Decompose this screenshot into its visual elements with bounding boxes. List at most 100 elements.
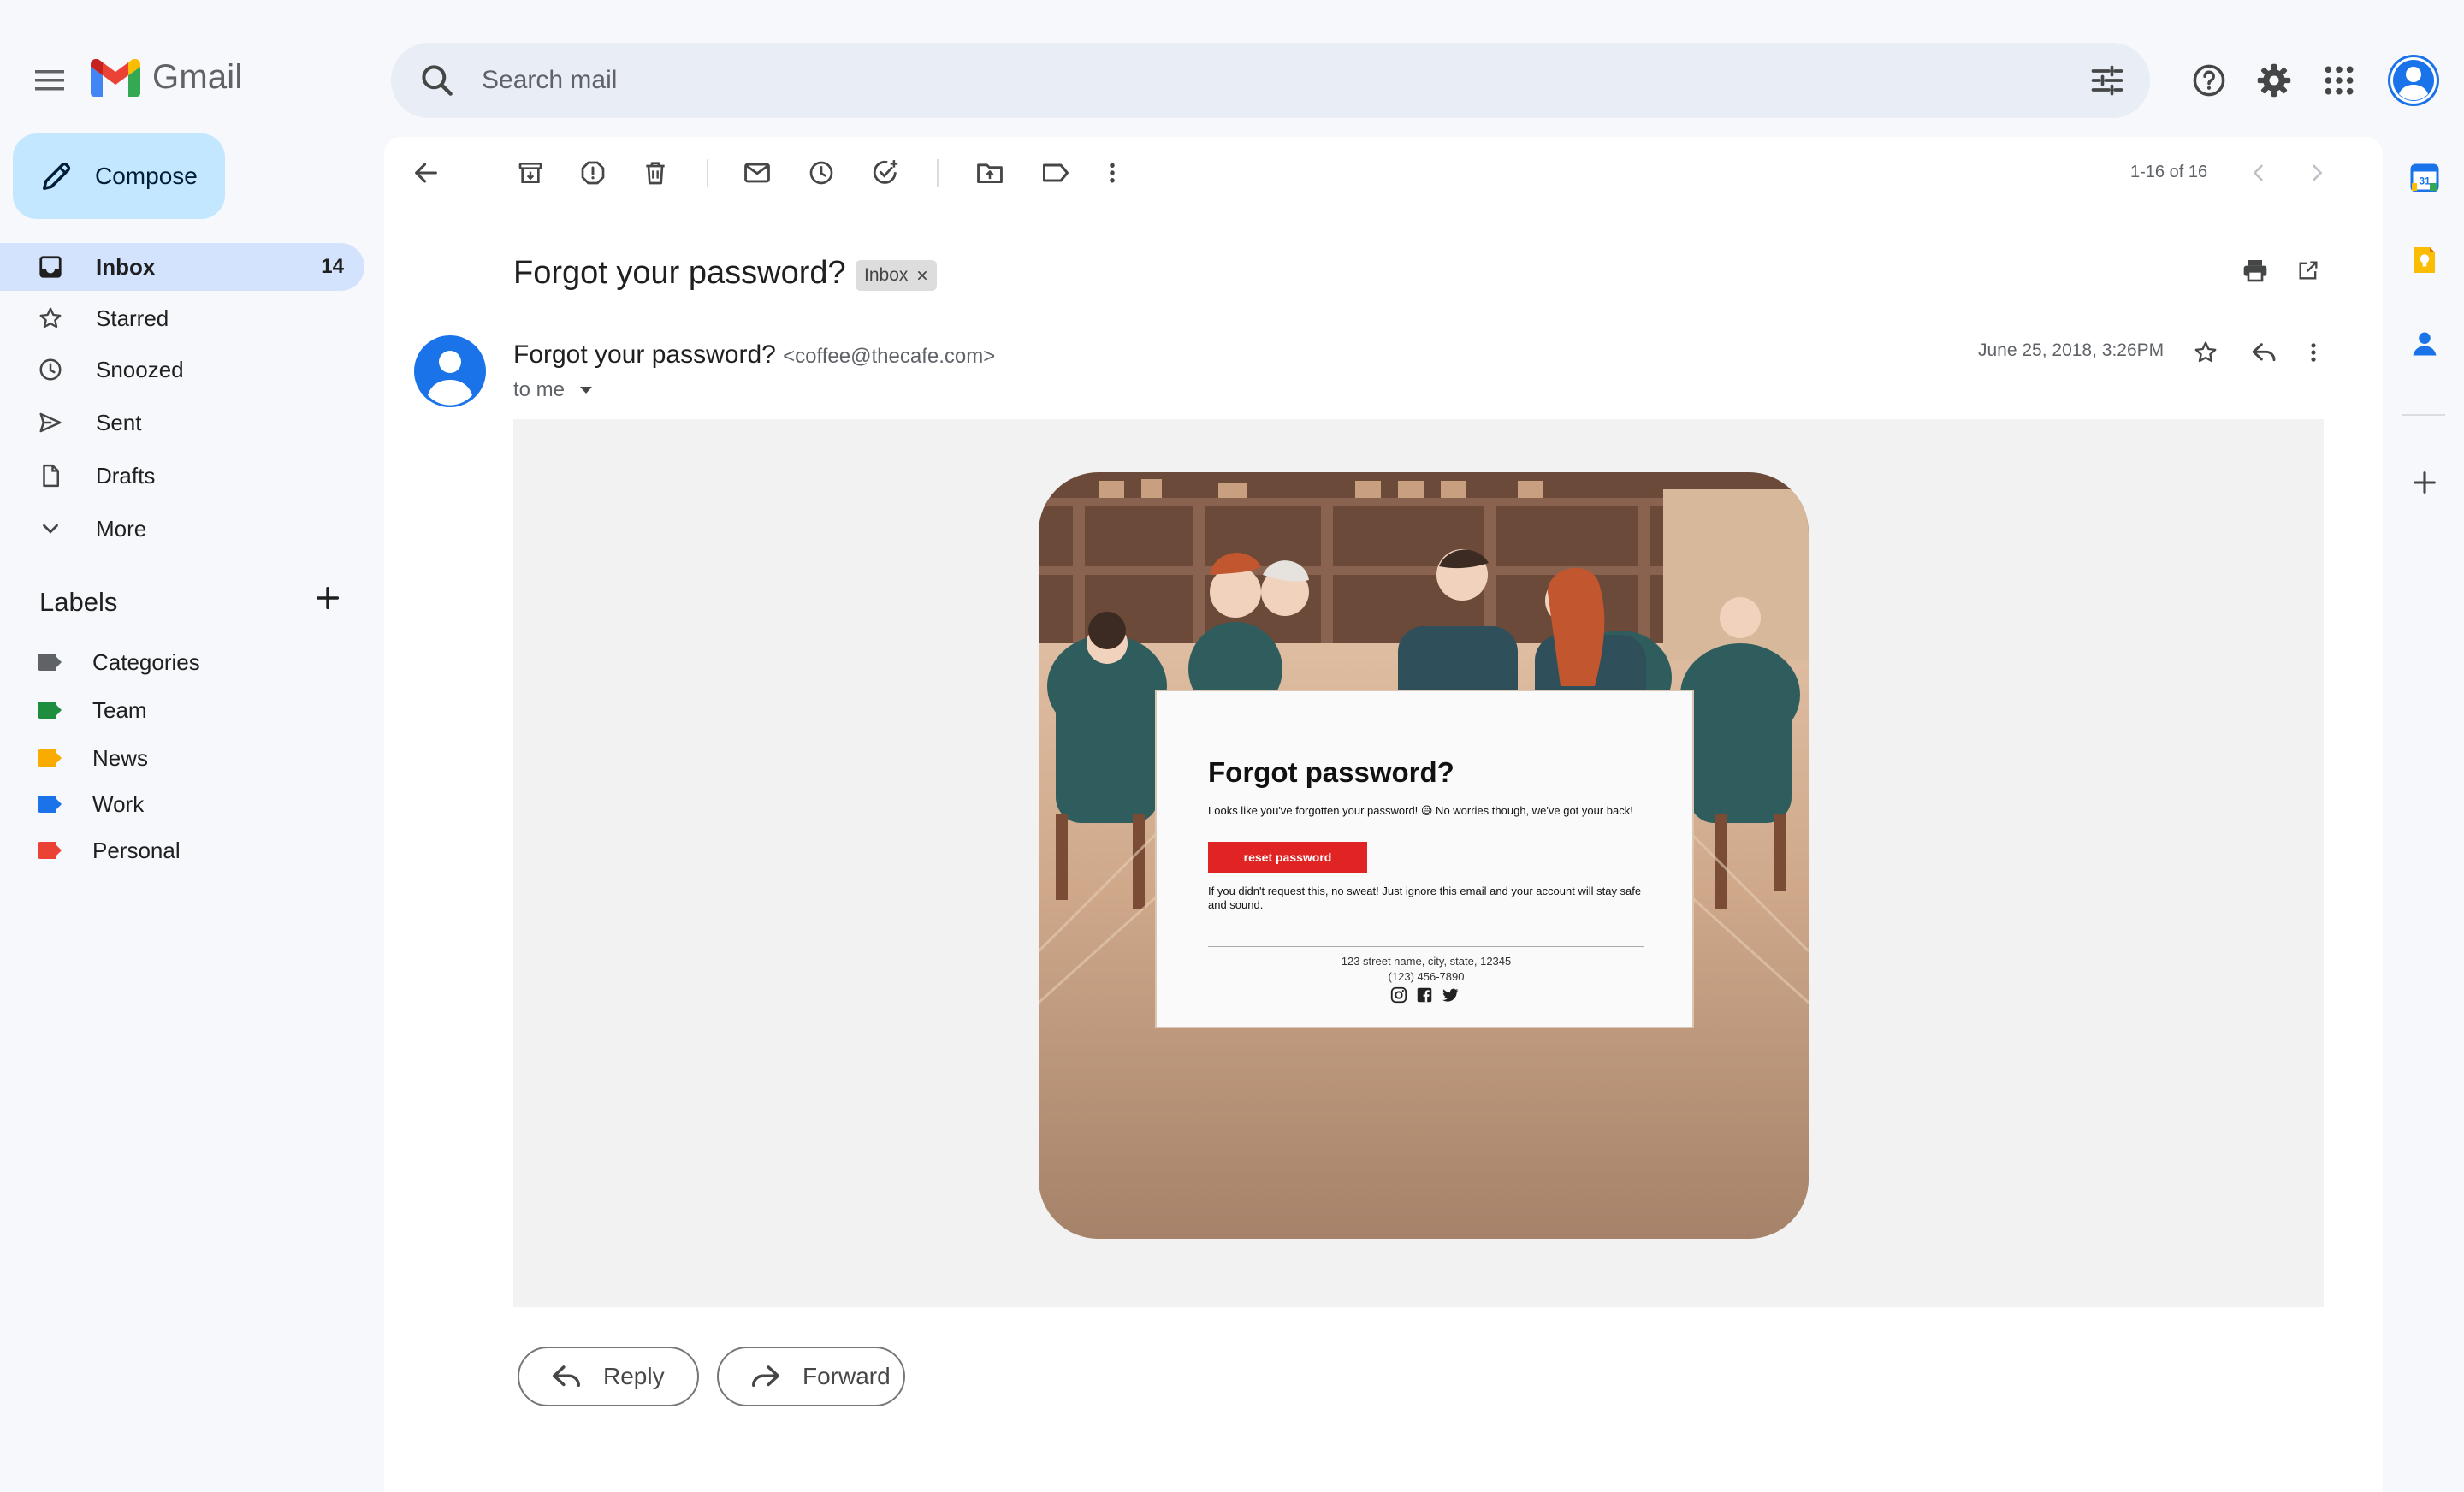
trash-icon bbox=[646, 162, 665, 185]
keep-app-button[interactable] bbox=[2406, 241, 2443, 279]
help-icon bbox=[2193, 64, 2225, 97]
forward-label: Forward bbox=[803, 1363, 891, 1389]
reset-password-card: Forgot password? Looks like you've forgo… bbox=[1155, 690, 1694, 1028]
reply-label: Reply bbox=[603, 1363, 665, 1389]
recipient-details[interactable]: to me bbox=[513, 378, 593, 402]
star-icon bbox=[39, 307, 62, 329]
hamburger-icon bbox=[35, 70, 64, 91]
arrow-back-icon bbox=[415, 163, 437, 183]
settings-button[interactable] bbox=[2250, 56, 2298, 104]
recipient-text: to me bbox=[513, 378, 566, 401]
sidebar-item-sent[interactable]: Sent bbox=[0, 399, 364, 447]
reset-password-button[interactable]: reset password bbox=[1208, 842, 1367, 873]
gear-icon bbox=[2257, 63, 2291, 98]
sidebar-item-snoozed[interactable]: Snoozed bbox=[0, 346, 364, 394]
inbox-label-chip[interactable]: Inbox bbox=[856, 260, 938, 291]
label-name: Personal bbox=[92, 837, 181, 863]
get-addons-button[interactable] bbox=[2406, 464, 2443, 501]
search-input[interactable] bbox=[482, 43, 2022, 118]
add-to-tasks-button[interactable] bbox=[863, 151, 908, 195]
label-tag-icon bbox=[38, 654, 63, 671]
sidebar-item-more[interactable]: More bbox=[0, 505, 364, 553]
unread-count-badge: 14 bbox=[321, 255, 344, 278]
label-work[interactable]: Work bbox=[38, 787, 144, 821]
reset-card-title: Forgot password? bbox=[1208, 756, 1454, 788]
print-all-button[interactable] bbox=[2233, 248, 2277, 293]
label-tag-icon bbox=[38, 749, 63, 767]
contacts-icon bbox=[2413, 332, 2437, 356]
chevron-right-icon bbox=[2313, 164, 2323, 181]
snooze-button[interactable] bbox=[799, 151, 844, 195]
main-menu-button[interactable] bbox=[26, 56, 74, 104]
labels-button[interactable] bbox=[1034, 151, 1078, 195]
twitter-icon[interactable] bbox=[1441, 986, 1460, 1004]
search-options-icon[interactable] bbox=[2088, 62, 2126, 99]
svg-text:31: 31 bbox=[2419, 175, 2431, 187]
print-icon bbox=[2243, 260, 2267, 282]
search-icon[interactable] bbox=[418, 62, 456, 99]
label-team[interactable]: Team bbox=[38, 693, 147, 727]
add-task-icon bbox=[873, 160, 898, 184]
star-button[interactable] bbox=[2183, 330, 2228, 375]
rail-divider bbox=[2402, 414, 2445, 416]
sidebar-item-inbox[interactable]: Inbox 14 bbox=[0, 243, 364, 291]
apps-grid-icon bbox=[2325, 66, 2354, 95]
sender-avatar[interactable] bbox=[414, 335, 486, 407]
sidebar-item-starred[interactable]: Starred bbox=[0, 294, 364, 342]
close-icon[interactable] bbox=[916, 269, 928, 281]
footer-phone: (123) 456-7890 bbox=[1388, 970, 1465, 983]
instagram-icon[interactable] bbox=[1389, 986, 1408, 1004]
mark-unread-button[interactable] bbox=[735, 151, 779, 195]
reply-action-button[interactable]: Reply bbox=[518, 1347, 699, 1406]
chevron-down-icon bbox=[43, 524, 58, 534]
archive-button[interactable] bbox=[508, 151, 553, 195]
account-avatar[interactable] bbox=[2388, 55, 2439, 106]
more-actions-button[interactable] bbox=[1090, 151, 1134, 195]
sidebar-item-label: Snoozed bbox=[96, 356, 184, 382]
report-spam-button[interactable] bbox=[571, 151, 615, 195]
calendar-icon: 31 bbox=[2410, 163, 2439, 192]
older-button[interactable] bbox=[2295, 151, 2339, 195]
sidebar-item-drafts[interactable]: Drafts bbox=[0, 452, 364, 500]
label-name: News bbox=[92, 744, 149, 771]
chevron-left-icon bbox=[2253, 164, 2263, 181]
message-more-button[interactable] bbox=[2291, 330, 2336, 375]
label-name: Team bbox=[92, 696, 147, 723]
back-button[interactable] bbox=[404, 151, 448, 195]
label-categories[interactable]: Categories bbox=[38, 645, 200, 679]
newer-button[interactable] bbox=[2236, 151, 2281, 195]
open-new-window-button[interactable] bbox=[2286, 248, 2331, 293]
support-button[interactable] bbox=[2185, 56, 2233, 104]
gmail-m-icon bbox=[91, 58, 140, 97]
compose-button[interactable]: Compose bbox=[13, 133, 225, 219]
sidebar-item-label: Inbox bbox=[96, 253, 156, 280]
search-bar[interactable] bbox=[391, 43, 2150, 118]
sidebar-item-label: Sent bbox=[96, 409, 142, 435]
sidebar-item-label: Drafts bbox=[96, 462, 156, 488]
reply-button[interactable] bbox=[2242, 330, 2286, 375]
more-vert-icon bbox=[1110, 163, 1115, 183]
clock-icon bbox=[39, 358, 62, 381]
facebook-icon[interactable] bbox=[1415, 986, 1434, 1004]
send-icon bbox=[39, 412, 62, 433]
delete-button[interactable] bbox=[633, 151, 678, 195]
forward-action-button[interactable]: Forward bbox=[717, 1347, 905, 1406]
create-label-button[interactable] bbox=[313, 583, 342, 613]
gmail-logo[interactable]: Gmail bbox=[91, 58, 242, 97]
move-to-button[interactable] bbox=[968, 151, 1012, 195]
label-tag-icon bbox=[38, 842, 63, 859]
apps-button[interactable] bbox=[2315, 56, 2363, 104]
sender-email: <coffee@thecafe.com> bbox=[783, 345, 996, 368]
sender-name[interactable]: Forgot your password? bbox=[513, 340, 776, 369]
reply-icon bbox=[553, 1365, 580, 1388]
sidebar-item-label: More bbox=[96, 515, 147, 542]
draft-icon bbox=[43, 464, 59, 488]
label-news[interactable]: News bbox=[38, 741, 148, 775]
contacts-app-button[interactable] bbox=[2406, 325, 2443, 363]
label-name: Categories bbox=[92, 648, 200, 675]
label-name: Work bbox=[92, 790, 145, 817]
report-icon bbox=[581, 161, 605, 185]
calendar-app-button[interactable]: 31 bbox=[2406, 159, 2443, 197]
reset-card-divider bbox=[1208, 946, 1644, 947]
label-personal[interactable]: Personal bbox=[38, 833, 181, 867]
